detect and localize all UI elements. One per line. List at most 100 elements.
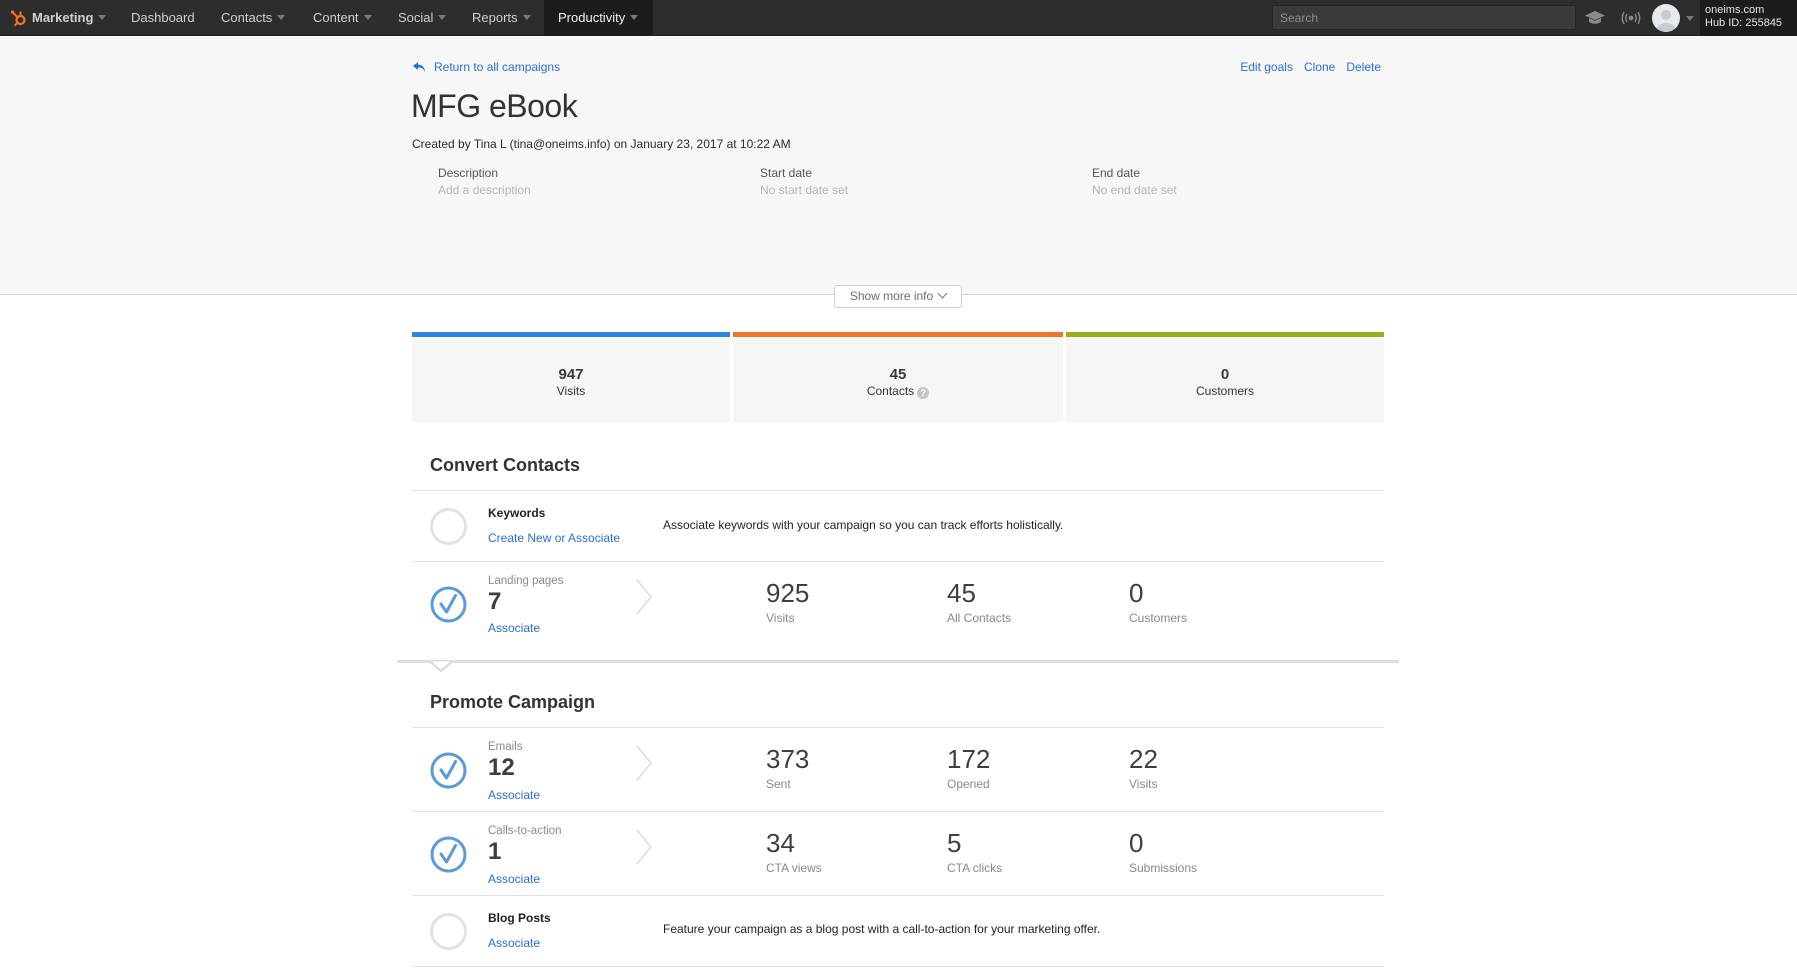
metric-label: Opened: [947, 777, 990, 791]
metric-label: Submissions: [1129, 861, 1198, 875]
stat-label: Contacts: [866, 384, 915, 398]
hubspot-logo-icon[interactable]: [10, 9, 28, 27]
metric-value: 45: [947, 578, 976, 608]
start-date-value[interactable]: No start date set: [760, 183, 848, 197]
account-menu-chevron-icon[interactable]: [1686, 16, 1694, 21]
convert-contacts-heading: Convert Contacts: [430, 455, 581, 475]
description-field: Description Add a description: [438, 166, 531, 197]
stat-value: 0: [1220, 366, 1230, 383]
landing-pages-associate-link[interactable]: Associate: [488, 621, 540, 635]
checkmark-circle-icon: [430, 836, 467, 873]
nav-marketing-label: Marketing: [32, 10, 94, 25]
nav-reports-label: Reports: [472, 10, 518, 25]
nav-content[interactable]: Content: [313, 0, 372, 36]
metric-label: Customers: [1129, 611, 1188, 625]
metric-value: 5: [947, 828, 962, 858]
chevron-right-icon: [636, 579, 652, 615]
show-more-info-button[interactable]: Show more info: [834, 285, 962, 308]
checkmark-circle-icon: [430, 586, 467, 623]
keywords-title: Keywords: [488, 506, 546, 520]
metric-value: 0: [1129, 578, 1144, 608]
chevron-down-icon: [438, 15, 447, 20]
user-avatar[interactable]: [1652, 4, 1680, 32]
stat-card-contacts: 45 Contacts?: [733, 332, 1063, 422]
description-value[interactable]: Add a description: [438, 183, 531, 197]
blog-posts-row: Blog Posts Associate Feature your campai…: [412, 896, 1384, 966]
emails-row[interactable]: Emails 12 Associate 373 Sent 172 Opened …: [412, 728, 1384, 811]
metric-submissions: 0 Submissions: [1129, 828, 1197, 875]
nav-dashboard-label: Dashboard: [131, 10, 195, 25]
chevron-down-icon: [937, 288, 948, 299]
top-navigation-bar: Marketing Dashboard Contacts Content Soc…: [0, 0, 1797, 36]
created-by-text: Created by Tina L (tina@oneims.info) on …: [412, 137, 791, 151]
stat-bar-visits: [412, 332, 730, 337]
section-separator: [397, 660, 1399, 663]
nav-content-label: Content: [313, 10, 359, 25]
ctas-count: 1: [488, 838, 502, 865]
stat-value: 45: [889, 366, 907, 383]
campaign-title: MFG eBook: [411, 88, 578, 124]
metric-value: 373: [766, 744, 810, 774]
metric-visits: 925 Visits: [766, 578, 809, 625]
metric-all-contacts: 45 All Contacts: [947, 578, 1011, 625]
nav-dashboard[interactable]: Dashboard: [131, 0, 195, 36]
start-date-label: Start date: [760, 166, 813, 180]
start-date-field: Start date No start date set: [760, 166, 848, 197]
metric-sent: 373 Sent: [766, 744, 809, 791]
promote-campaign-heading: Promote Campaign: [430, 692, 596, 712]
metric-value: 22: [1129, 744, 1158, 774]
emails-associate-link[interactable]: Associate: [488, 788, 540, 802]
clone-link[interactable]: Clone: [1304, 60, 1335, 74]
notifications-broadcast-icon[interactable]: [1620, 10, 1642, 26]
calls-to-action-row[interactable]: Calls-to-action 1 Associate 34 CTA views…: [412, 812, 1384, 895]
metric-label: CTA views: [766, 861, 822, 875]
keywords-description: Associate keywords with your campaign so…: [663, 518, 1064, 532]
stat-card-customers: 0 Customers: [1066, 332, 1384, 422]
search-input[interactable]: [1272, 5, 1576, 30]
empty-circle-icon: [430, 508, 467, 545]
end-date-label: End date: [1092, 166, 1141, 180]
metric-label: CTA clicks: [947, 861, 1003, 875]
description-label: Description: [438, 166, 499, 180]
delete-link[interactable]: Delete: [1346, 60, 1381, 74]
reply-arrow-icon: [413, 62, 425, 72]
end-date-value[interactable]: No end date set: [1092, 183, 1177, 197]
landing-pages-row[interactable]: Landing pages 7 Associate 925 Visits 45 …: [412, 562, 1384, 660]
show-more-info-label: Show more info: [849, 289, 934, 303]
ctas-associate-link[interactable]: Associate: [488, 872, 540, 886]
blog-posts-associate-link[interactable]: Associate: [488, 936, 540, 950]
keywords-row: Keywords Create New or Associate Associa…: [412, 491, 1384, 561]
emails-label: Emails: [488, 741, 523, 753]
campaign-actions: Edit goals Clone Delete: [1240, 60, 1381, 74]
hub-id: Hub ID: 255845: [1705, 17, 1783, 29]
metric-value: 34: [766, 828, 795, 858]
stat-bar-customers: [1066, 332, 1384, 337]
emails-count: 12: [488, 754, 515, 781]
stat-bar-contacts: [733, 332, 1063, 337]
blog-posts-title: Blog Posts: [488, 911, 551, 925]
landing-pages-label: Landing pages: [488, 575, 564, 587]
metric-label: Sent: [766, 777, 791, 791]
nav-marketing[interactable]: Marketing: [32, 0, 107, 36]
nav-social[interactable]: Social: [398, 0, 447, 36]
nav-social-label: Social: [398, 10, 434, 25]
return-to-campaigns-link[interactable]: Return to all campaigns: [412, 60, 560, 74]
edit-goals-link[interactable]: Edit goals: [1240, 60, 1293, 74]
nav-contacts[interactable]: Contacts: [221, 0, 286, 36]
metric-cta-views: 34 CTA views: [766, 828, 822, 875]
academy-graduation-cap-icon[interactable]: [1584, 10, 1606, 26]
account-info[interactable]: oneims.com Hub ID: 255845: [1700, 0, 1797, 36]
user-silhouette-icon: [1657, 10, 1675, 32]
nav-reports[interactable]: Reports: [472, 0, 531, 36]
metric-value: 0: [1129, 828, 1144, 858]
ctas-label: Calls-to-action: [488, 825, 562, 837]
nav-productivity[interactable]: Productivity: [544, 0, 653, 36]
nav-productivity-label: Productivity: [558, 10, 626, 25]
help-question-icon[interactable]: ?: [917, 387, 930, 399]
blog-posts-description: Feature your campaign as a blog post wit…: [663, 922, 1101, 936]
chevron-down-icon: [522, 15, 531, 20]
metric-label: Visits: [766, 611, 795, 625]
metric-visits: 22 Visits: [1129, 744, 1158, 791]
keywords-create-associate-link[interactable]: Create New or Associate: [488, 531, 620, 545]
chevron-right-icon: [636, 829, 652, 865]
